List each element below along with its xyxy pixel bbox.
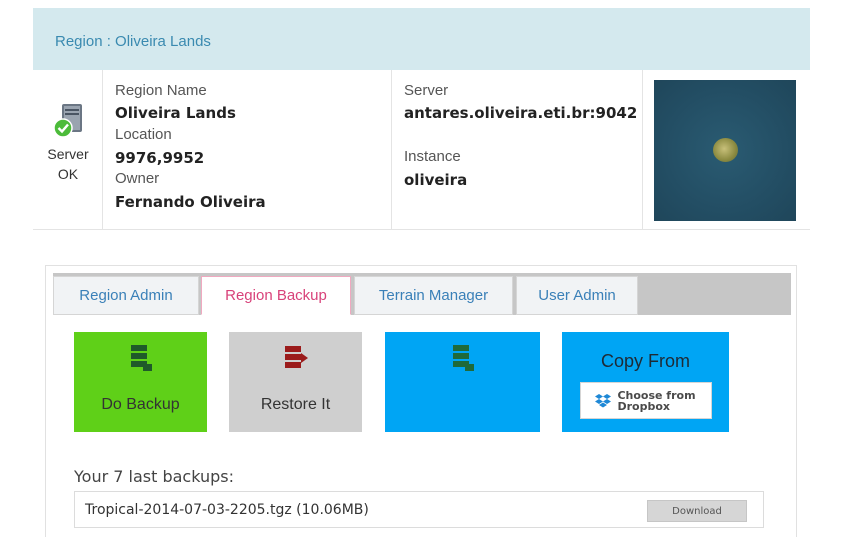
restore-button[interactable]: Restore It	[229, 332, 362, 432]
list-item: Tropical-2014-07-03-2205.tgz (10.06MB) D…	[74, 491, 764, 528]
copy-from-title: Copy From	[600, 351, 690, 371]
do-backup-button[interactable]: Do Backup	[74, 332, 207, 432]
owner-value: Fernando Oliveira	[115, 193, 266, 211]
tab-bar: Region Admin Region Backup Terrain Manag…	[53, 273, 791, 315]
tab-terrain-manager[interactable]: Terrain Manager	[354, 276, 513, 315]
status-label: Server	[47, 146, 89, 162]
page-title: Region : Oliveira Lands	[55, 33, 211, 50]
tab-region-backup[interactable]: Region Backup	[201, 276, 351, 315]
copy-from-panel: Copy From Choose from Dropbox	[562, 332, 729, 432]
database-icon	[130, 345, 152, 371]
server-ok-icon	[53, 104, 82, 138]
region-name-label: Region Name	[115, 82, 207, 99]
instance-value: oliveira	[404, 171, 468, 189]
restore-icon	[284, 346, 308, 368]
status-value: OK	[57, 166, 79, 182]
tab-user-admin[interactable]: User Admin	[516, 276, 638, 315]
dropbox-label: Choose from Dropbox	[617, 388, 696, 413]
region-header: Region : Oliveira Lands	[33, 8, 810, 70]
choose-from-dropbox-button[interactable]: Choose from Dropbox	[579, 382, 712, 419]
download-button[interactable]: Download	[647, 500, 747, 522]
server-details: Server antares.oliveira.eti.br:9042 Inst…	[393, 70, 643, 230]
instance-label: Instance	[404, 148, 461, 165]
backup-file-name: Tropical-2014-07-03-2205.tgz (10.06MB)	[85, 502, 369, 518]
restore-label: Restore It	[260, 396, 331, 413]
region-name-value: Oliveira Lands	[115, 104, 236, 122]
region-info-panel: Server OK Region Name Oliveira Lands Loc…	[33, 70, 810, 230]
server-label: Server	[404, 82, 449, 99]
server-status: Server OK	[33, 70, 103, 230]
location-value: 9976,9952	[115, 149, 205, 167]
server-value: antares.oliveira.eti.br:9042	[404, 104, 638, 122]
dropbox-icon	[595, 393, 612, 407]
region-map-thumbnail	[654, 80, 796, 221]
backups-title: Your 7 last backups:	[74, 467, 235, 486]
database-icon	[452, 345, 474, 371]
region-details: Region Name Oliveira Lands Location 9976…	[104, 70, 392, 230]
owner-label: Owner	[115, 170, 160, 187]
do-backup-label: Do Backup	[101, 396, 180, 413]
tab-region-admin[interactable]: Region Admin	[53, 276, 199, 315]
island-marker	[713, 138, 738, 162]
location-label: Location	[115, 126, 172, 143]
backup-to-cloud-button[interactable]	[385, 332, 540, 432]
